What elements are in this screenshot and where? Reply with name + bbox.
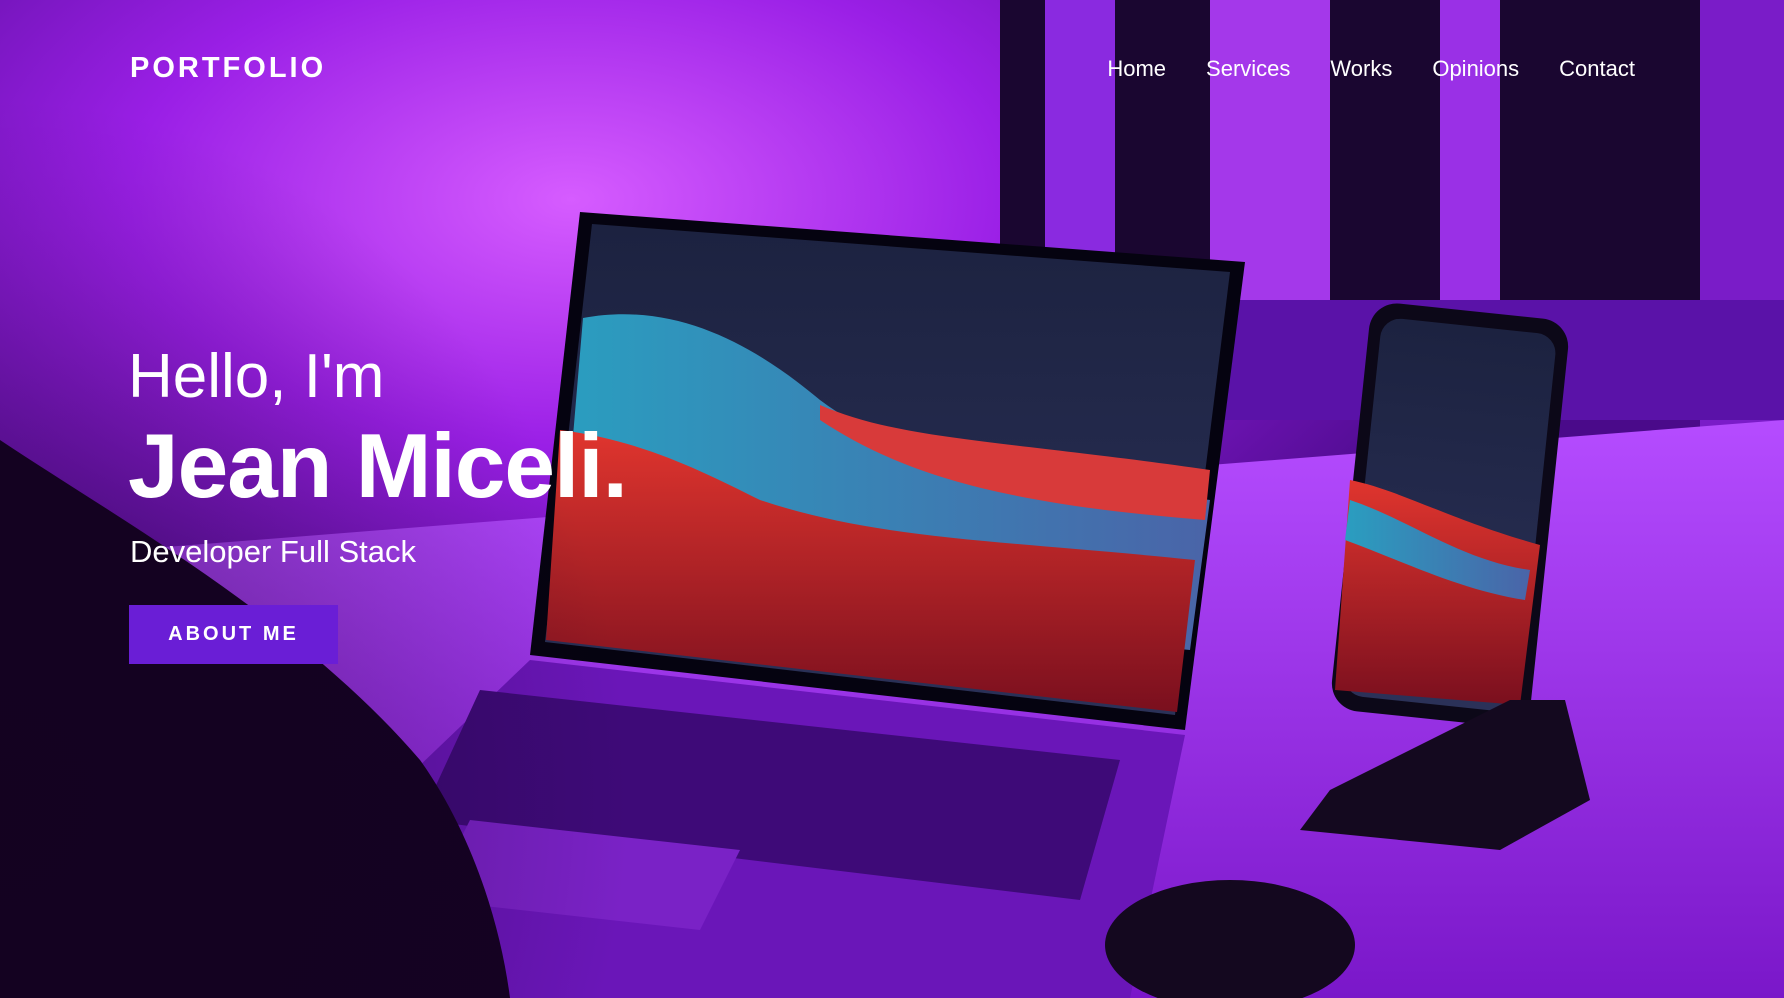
nav-link-contact[interactable]: Contact [1559, 56, 1635, 82]
hero-role: Developer Full Stack [130, 534, 417, 569]
main-navigation: Home Services Works Opinions Contact [1107, 56, 1635, 82]
hero-name: Jean Miceli. [128, 416, 628, 517]
nav-link-works[interactable]: Works [1330, 56, 1392, 82]
nav-link-home[interactable]: Home [1107, 56, 1166, 82]
about-me-button[interactable]: ABOUT ME [129, 605, 338, 664]
nav-link-opinions[interactable]: Opinions [1432, 56, 1519, 82]
hero-section: Hello, I'm Jean Miceli. Developer Full S… [128, 340, 628, 572]
nav-link-services[interactable]: Services [1206, 56, 1290, 82]
hero-greeting: Hello, I'm [128, 342, 385, 411]
site-logo[interactable]: PORTFOLIO [130, 52, 326, 85]
